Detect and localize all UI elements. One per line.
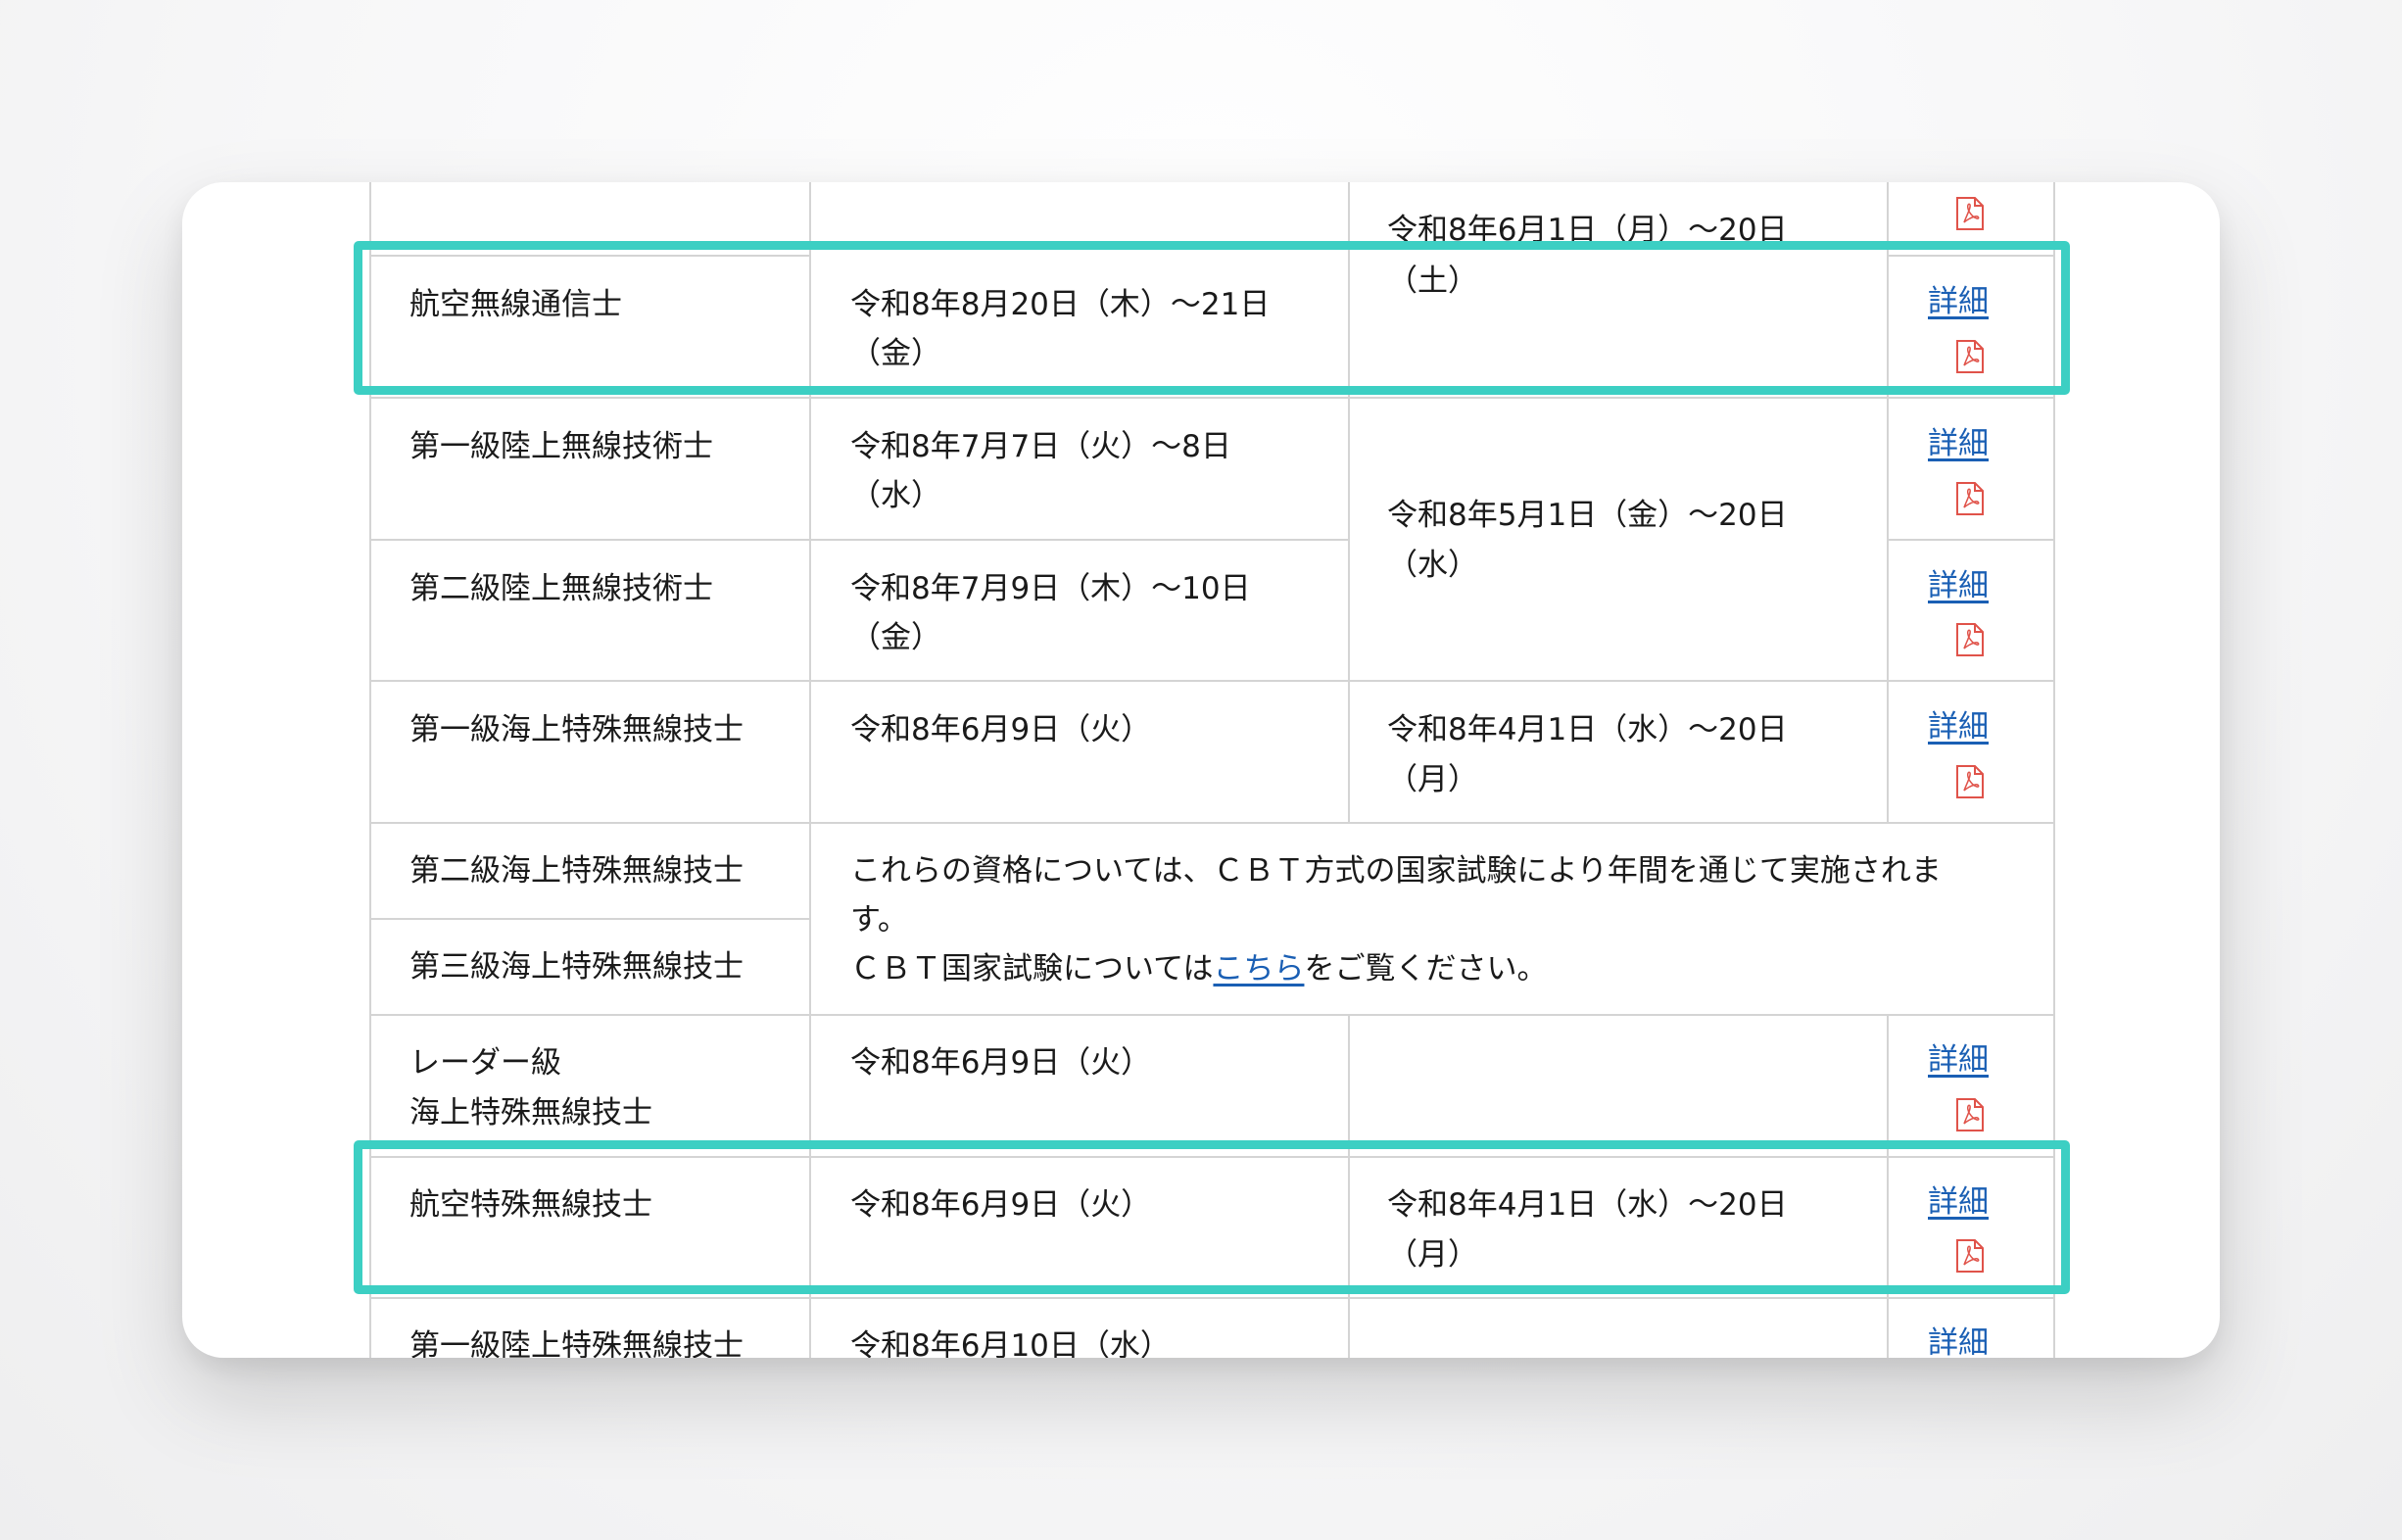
exam-date: 令和8年6月9日（火）	[850, 712, 1152, 747]
row-divider	[369, 822, 2053, 824]
cbt-notice-text: をご覧ください。	[1304, 951, 1548, 987]
cbt-notice-line: これらの資格については、ＣＢＴ方式の国家試験により年間を通じて実施されま	[850, 853, 1942, 889]
detail-link[interactable]: 詳細	[1928, 424, 1989, 463]
cbt-notice-line: す。	[850, 902, 908, 938]
exam-date: 令和8年7月9日（木）～10日	[850, 571, 1251, 606]
content-card: 令和8年6月1日（月）～20日 （土） 航空無線通信士 令和8年8月20日（木）…	[182, 182, 2220, 1358]
application-period: 令和8年5月1日（金）～20日	[1387, 498, 1788, 533]
detail-link[interactable]: 詳細	[1928, 1040, 1989, 1080]
row-divider	[369, 1014, 2053, 1016]
highlight-box	[354, 1140, 2070, 1294]
qualification-name: 第二級陸上無線技術士	[409, 571, 713, 606]
detail-link[interactable]: 詳細	[1928, 1323, 1989, 1358]
pdf-icon[interactable]	[1955, 196, 1985, 231]
pdf-icon[interactable]	[1955, 622, 1985, 657]
row-divider	[369, 1297, 2053, 1299]
exam-date: 令和8年7月7日（火）～8日	[850, 429, 1231, 464]
application-period: 令和8年4月1日（水）～20日	[1387, 712, 1788, 747]
qualification-name: レーダー級	[409, 1045, 561, 1081]
exam-date: 令和8年6月10日（水）	[850, 1328, 1171, 1358]
pdf-icon[interactable]	[1955, 1097, 1985, 1132]
pdf-icon[interactable]	[1955, 481, 1985, 516]
cbt-info-link[interactable]: こちら	[1213, 951, 1304, 987]
row-divider	[1887, 539, 2053, 541]
detail-link[interactable]: 詳細	[1928, 707, 1989, 746]
pdf-icon[interactable]	[1955, 764, 1985, 799]
cbt-notice-text: ＣＢＴ国家試験については	[850, 951, 1214, 987]
exam-schedule-table: 令和8年6月1日（月）～20日 （土） 航空無線通信士 令和8年8月20日（木）…	[182, 182, 2220, 1358]
row-divider	[369, 539, 1348, 541]
qualification-name-cont: 海上特殊無線技士	[409, 1095, 652, 1131]
exam-date-cont: （金）	[850, 620, 941, 655]
cbt-notice-line: ＣＢＴ国家試験についてはこちらをご覧ください。	[850, 944, 1547, 993]
exam-date-cont: （水）	[850, 478, 941, 513]
exam-date: 令和8年6月9日（火）	[850, 1045, 1152, 1081]
row-divider	[369, 680, 2053, 682]
qualification-name: 第一級陸上無線技術士	[409, 429, 713, 464]
row-divider	[369, 397, 2053, 399]
application-period-cont: （水）	[1387, 548, 1478, 583]
qualification-name: 第三級海上特殊無線技士	[409, 949, 744, 985]
highlight-box	[354, 241, 2070, 395]
qualification-name: 第一級陸上特殊無線技士	[409, 1328, 744, 1358]
detail-link[interactable]: 詳細	[1928, 566, 1989, 605]
row-divider	[369, 918, 809, 920]
qualification-name: 第二級海上特殊無線技士	[409, 853, 744, 889]
qualification-name: 第一級海上特殊無線技士	[409, 712, 744, 747]
application-period-cont: （月）	[1387, 762, 1478, 797]
